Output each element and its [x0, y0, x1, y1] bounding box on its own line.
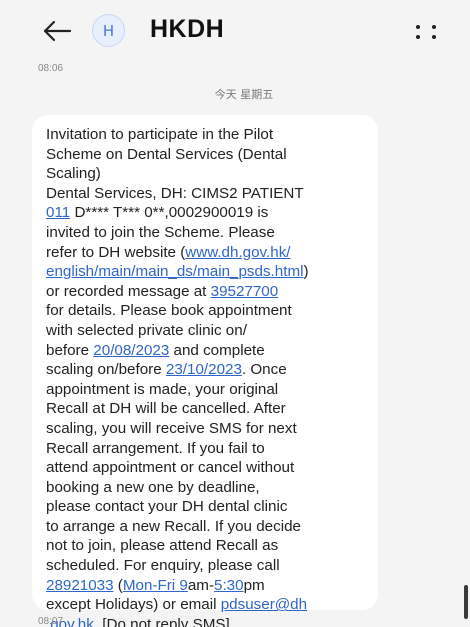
message-line: for details. Please book appointment	[46, 302, 292, 320]
message-time: 08:06	[38, 63, 64, 74]
contact-avatar[interactable]: H	[92, 14, 125, 47]
message-line: Dental Services, DH: CIMS2 PATIENT	[46, 184, 304, 202]
message-line: Recall arrangement. If you fail to	[46, 439, 265, 457]
message-line: booking a new one by deadline,	[46, 478, 260, 496]
message-line: Recall at DH will be cancelled. After	[46, 400, 286, 418]
website-link-continued[interactable]: english/main/main_ds/main_psds.html	[46, 263, 303, 280]
message-line: or recorded message at 39527700	[46, 282, 279, 300]
date-separator: 今天 星期五	[214, 88, 274, 101]
message-line: invited to join the Scheme. Please	[46, 223, 275, 241]
message-line: Scaling)	[46, 165, 101, 183]
scaling-deadline-date-link[interactable]: 23/10/2023	[166, 361, 242, 378]
website-link[interactable]: www.dh.gov.hk/	[185, 244, 290, 261]
booking-deadline-date-link[interactable]: 20/08/2023	[93, 342, 169, 359]
message-line: scheduled. For enquiry, please call	[46, 557, 280, 575]
more-options-button[interactable]	[412, 22, 442, 42]
message-line: except Holidays) or email pdsuser@dh	[46, 596, 308, 614]
recorded-message-phone-link[interactable]: 39527700	[211, 283, 279, 300]
message-line: scaling, you will receive SMS for next	[46, 419, 297, 437]
avatar-letter: H	[102, 21, 115, 40]
message-line: 011 D**** T*** 0**,0002900019 is	[46, 204, 269, 222]
message-line: english/main/main_ds/main_psds.html)	[46, 263, 309, 281]
patient-number-link[interactable]: 011	[46, 204, 70, 221]
enquiry-phone-link[interactable]: 28921033	[46, 577, 114, 594]
message-text: Invitation to participate in the Pilot S…	[46, 125, 372, 627]
office-time-link[interactable]: 5:30	[214, 577, 244, 594]
message-line: please contact your DH dental clinic	[46, 498, 288, 516]
sms-conversation-screen: H HKDH 08:06 今天 星期五 Invitation to partic…	[0, 0, 470, 627]
message-line: before 20/08/2023 and complete	[46, 341, 265, 359]
arrow-left-icon	[43, 20, 72, 42]
message-line: scaling on/before 23/10/2023. Once	[46, 361, 287, 379]
message-line: not to join, please attend Recall as	[46, 537, 279, 555]
scrollbar-thumb[interactable]	[464, 585, 468, 619]
contact-name: HKDH	[150, 15, 225, 43]
message-line: Scheme on Dental Services (Dental	[46, 145, 287, 163]
message-time: 08:07	[38, 616, 64, 627]
email-link[interactable]: pdsuser@dh	[221, 596, 307, 613]
conversation-header: H HKDH	[0, 0, 470, 58]
message-bubble[interactable]: Invitation to participate in the Pilot S…	[32, 115, 378, 627]
message-line: appointment is made, your original	[46, 380, 279, 398]
message-line: refer to DH website (www.dh.gov.hk/	[46, 243, 291, 261]
message-line: 28921033 (Mon-Fri 9am-5:30pm	[46, 576, 265, 594]
back-button[interactable]	[40, 17, 74, 45]
message-line: to arrange a new Recall. If you decide	[46, 517, 301, 535]
message-line: .gov.hk. [Do not reply SMS]	[46, 615, 372, 627]
message-line: attend appointment or cancel without	[46, 459, 295, 477]
message-line: with selected private clinic on/	[46, 321, 247, 339]
office-days-link[interactable]: Mon-Fri 9	[123, 577, 188, 594]
message-line: Invitation to participate in the Pilot	[46, 126, 274, 143]
